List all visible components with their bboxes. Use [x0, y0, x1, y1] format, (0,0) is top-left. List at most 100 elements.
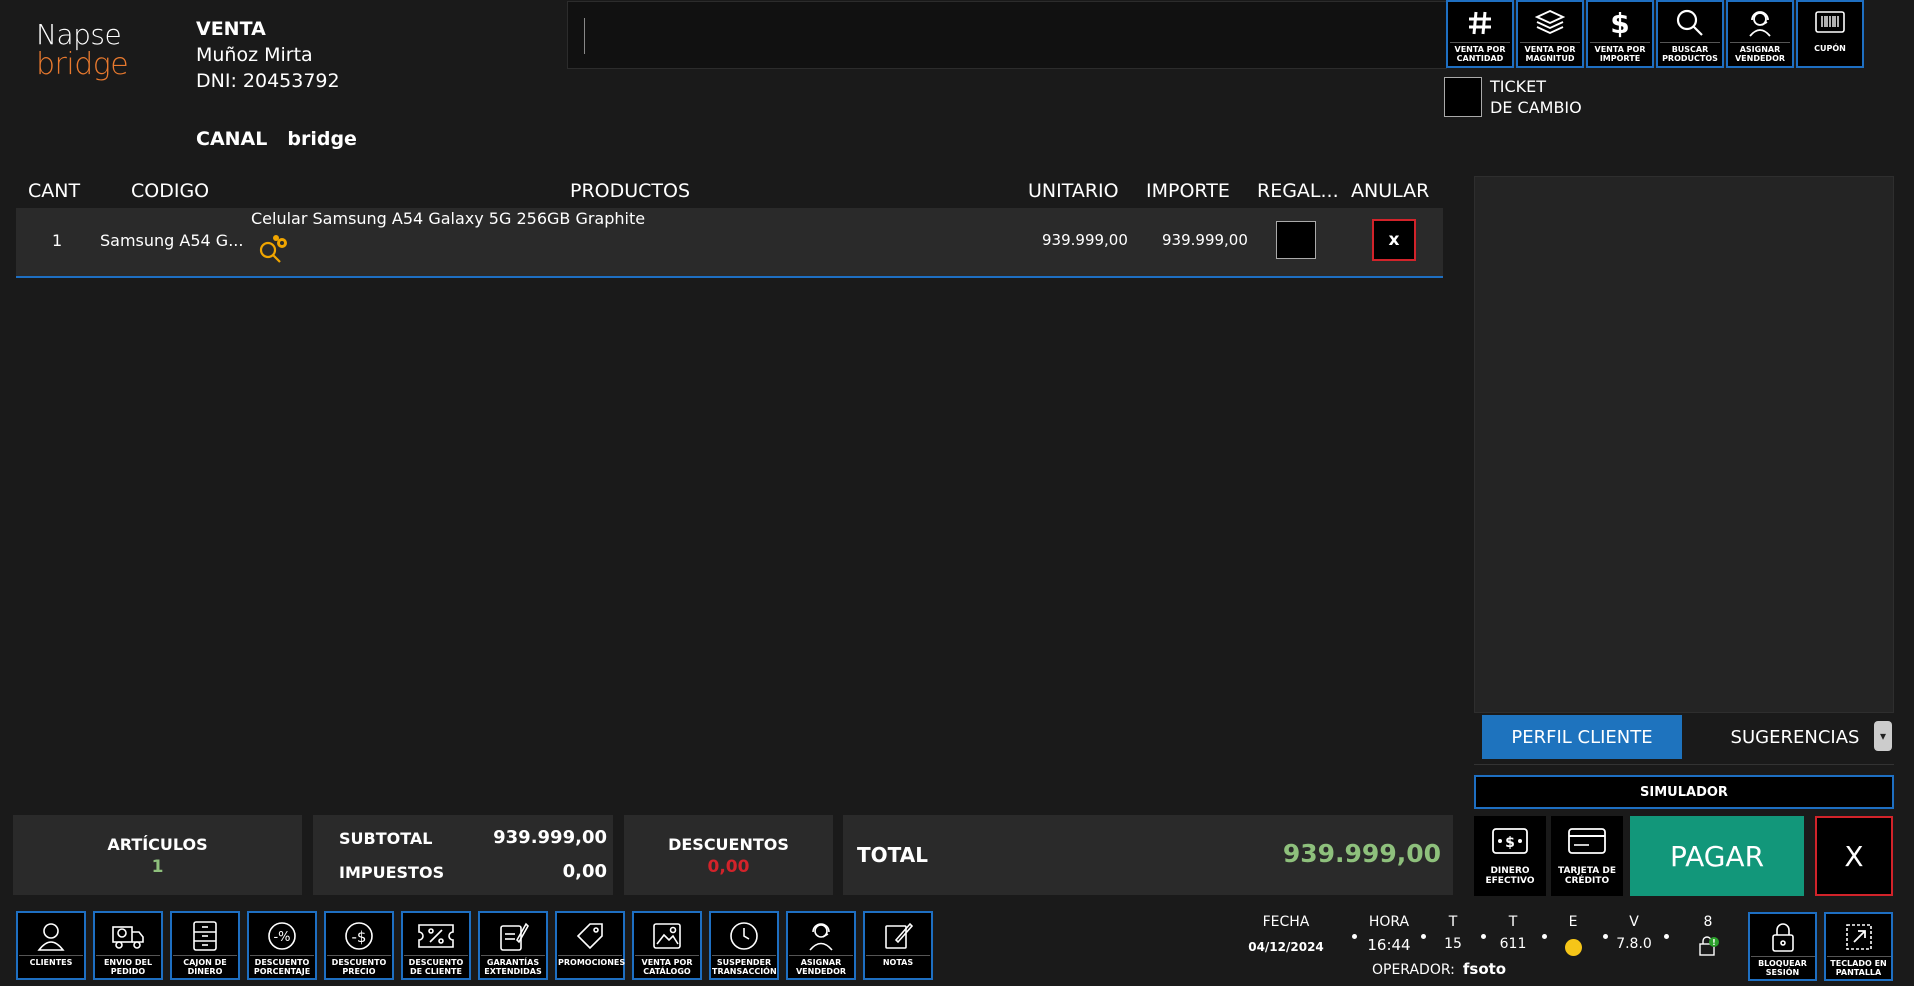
cajon-dinero-button[interactable]: CAJON DE DINERO: [170, 911, 240, 980]
impuestos-value: 0,00: [562, 861, 607, 882]
cash-drawer-icon: [190, 919, 220, 953]
button-label: PROMOCIONES: [558, 955, 625, 967]
envio-pedido-button[interactable]: ENVIO DEL PEDIDO: [93, 911, 163, 980]
descuentos-summary: DESCUENTOS 0,00: [624, 815, 833, 895]
garantias-extendidas-button[interactable]: GARANTÍAS EXTENDIDAS: [478, 911, 548, 980]
search-icon: [1675, 8, 1705, 38]
product-search-bar[interactable]: [567, 1, 1447, 69]
customer-name: Muñoz Mirta: [196, 44, 313, 66]
notification-count: 8: [1703, 914, 1713, 930]
tarjeta-credito-button[interactable]: TARJETA DE CRÉDITO: [1551, 816, 1623, 896]
venta-catalogo-button[interactable]: VENTA POR CATÁLOGO: [632, 911, 702, 980]
button-label: VENTA POR CANTIDAD: [1450, 42, 1510, 63]
customer-dni: DNI: 20453792: [196, 70, 340, 92]
column-header-anular: ANULAR: [1351, 180, 1430, 202]
ticket-de-cambio: TICKET DE CAMBIO: [1444, 76, 1582, 118]
notas-button[interactable]: NOTAS: [863, 911, 933, 980]
ticket-de-cambio-checkbox[interactable]: [1444, 77, 1482, 117]
canal-label: CANAL: [196, 128, 268, 150]
notes-icon: [882, 919, 914, 953]
text-caret: [584, 18, 585, 54]
button-label: NOTAS: [866, 955, 930, 967]
suspender-transaccion-button[interactable]: SUSPENDER TRANSACCIÓN: [709, 911, 779, 980]
logo-bridge: bridge: [36, 47, 129, 82]
teclado-pantalla-button[interactable]: TECLADO EN PANTALLA: [1824, 912, 1893, 981]
asignar-vendedor-bottom-button[interactable]: ASIGNAR VENDEDOR: [786, 911, 856, 980]
column-header-importe: IMPORTE: [1146, 180, 1230, 202]
descuentos-label: DESCUENTOS: [668, 835, 789, 854]
button-label: VENTA POR MAGNITUD: [1520, 42, 1580, 63]
search-input[interactable]: [588, 14, 1428, 58]
row-codigo: Samsung A54 G...: [100, 231, 244, 250]
button-label: DESCUENTO DE CLIENTE: [404, 955, 468, 976]
column-header-productos: PRODUCTOS: [570, 180, 691, 202]
total-value: 939.999,00: [1282, 839, 1441, 868]
asignar-vendedor-button[interactable]: ASIGNAR VENDEDOR: [1726, 0, 1794, 68]
dinero-efectivo-label: DINERO EFECTIVO: [1485, 866, 1535, 886]
tab-sugerencias[interactable]: SUGERENCIAS: [1720, 715, 1870, 759]
simulador-button[interactable]: SIMULADOR: [1474, 775, 1894, 809]
button-label: DESCUENTO PORCENTAJE: [250, 955, 314, 976]
button-label: CAJON DE DINERO: [173, 955, 237, 976]
row-cant: 1: [52, 231, 63, 250]
dollar-icon: $: [1610, 6, 1630, 40]
product-details-gear-icon[interactable]: [256, 234, 294, 268]
descuentos-value: 0,00: [707, 857, 750, 877]
user-icon: [35, 919, 67, 953]
column-header-unitario: UNITARIO: [1028, 180, 1119, 202]
pagar-button[interactable]: PAGAR: [1630, 816, 1804, 896]
cupon-button[interactable]: CUPÓN: [1796, 0, 1864, 68]
button-label: CLIENTES: [19, 955, 83, 967]
dinero-efectivo-button[interactable]: $ DINERO EFECTIVO: [1474, 816, 1546, 896]
venta-por-cantidad-button[interactable]: VENTA POR CANTIDAD: [1446, 0, 1514, 68]
operador-label: OPERADOR:: [1372, 962, 1455, 978]
subtotal-summary: SUBTOTAL 939.999,00 IMPUESTOS 0,00: [313, 815, 613, 895]
tab-perfil-cliente[interactable]: PERFIL CLIENTE: [1482, 715, 1682, 759]
chevron-down-icon[interactable]: ▾: [1874, 721, 1892, 751]
regalo-checkbox[interactable]: [1276, 221, 1316, 259]
ticket-label-line2: DE CAMBIO: [1490, 98, 1582, 117]
canal-info: CANAL bridge: [196, 128, 357, 150]
table-row[interactable]: 1 Samsung A54 G... Celular Samsung A54 G…: [16, 208, 1443, 278]
total-summary: TOTAL 939.999,00: [843, 815, 1453, 895]
customer-profile-panel: [1474, 176, 1894, 713]
credit-card-icon: [1567, 826, 1607, 860]
right-panel-tabs: PERFIL CLIENTE SUGERENCIAS ▾: [1474, 713, 1894, 765]
button-label: DESCUENTO PRECIO: [327, 955, 391, 976]
promociones-button[interactable]: PROMOCIONES: [555, 911, 625, 980]
status-separator: [1542, 934, 1547, 939]
venta-por-magnitud-button[interactable]: VENTA POR MAGNITUD: [1516, 0, 1584, 68]
customer-info: VENTA Muñoz Mirta DNI: 20453792: [196, 16, 340, 94]
descuento-porcentaje-button[interactable]: -% DESCUENTO PORCENTAJE: [247, 911, 317, 980]
svg-text:!: !: [1712, 938, 1716, 947]
hash-icon: [1466, 8, 1494, 38]
button-label: VENTA POR IMPORTE: [1590, 42, 1650, 63]
descuento-cliente-button[interactable]: DESCUENTO DE CLIENTE: [401, 911, 471, 980]
catalog-icon: [651, 919, 683, 953]
clientes-button[interactable]: CLIENTES: [16, 911, 86, 980]
anular-button[interactable]: x: [1372, 219, 1416, 261]
svg-text:$: $: [1505, 835, 1515, 851]
operador-value: fsoto: [1462, 960, 1507, 978]
fecha-label: FECHA: [1262, 914, 1310, 930]
notification-lock-icon[interactable]: !: [1698, 936, 1720, 960]
descuento-precio-button[interactable]: -$ DESCUENTO PRECIO: [324, 911, 394, 980]
napse-bridge-logo: Napse bridge: [36, 20, 129, 82]
column-header-cant: CANT: [28, 180, 81, 202]
cancel-transaction-button[interactable]: X: [1815, 816, 1893, 896]
row-producto: Celular Samsung A54 Galaxy 5G 256GB Grap…: [251, 209, 646, 228]
ticket-label-line1: TICKET: [1490, 77, 1547, 96]
bloquear-sesion-button[interactable]: BLOQUEAR SESIÓN: [1748, 912, 1817, 981]
button-label: VENTA POR CATÁLOGO: [635, 955, 699, 976]
lock-icon: [1768, 920, 1798, 954]
coupon-percent-icon: [417, 919, 455, 953]
svg-text:-$: -$: [352, 928, 367, 946]
button-label: ASIGNAR VENDEDOR: [1730, 42, 1790, 63]
status-indicator-icon: [1565, 939, 1582, 956]
venta-por-importe-button[interactable]: $ VENTA POR IMPORTE: [1586, 0, 1654, 68]
row-unitario: 939.999,00: [1042, 231, 1128, 249]
buscar-productos-button[interactable]: BUSCAR PRODUCTOS: [1656, 0, 1724, 68]
t2-value: 611: [1499, 936, 1527, 952]
v-value: 7.8.0: [1616, 936, 1652, 952]
subtotal-label: SUBTOTAL: [339, 829, 433, 848]
